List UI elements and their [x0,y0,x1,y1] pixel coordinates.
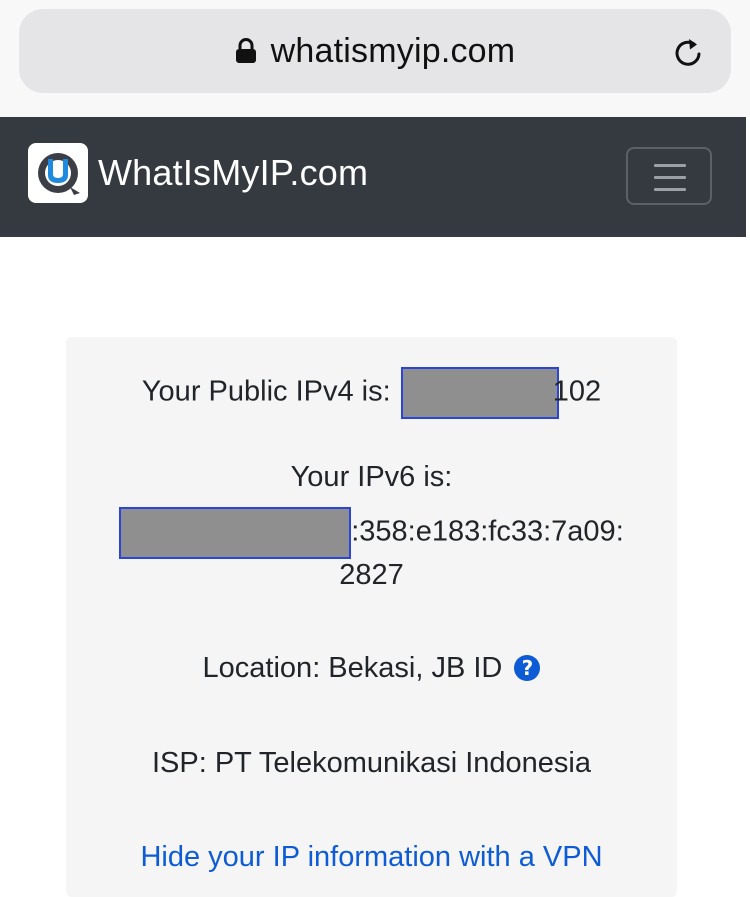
address-bar[interactable]: whatismyip.com [19,9,731,93]
ipv6-value-line: :358:e183:fc33:7a09: [66,507,677,559]
lock-icon [235,38,256,63]
ipv6-suffix: :358:e183:fc33:7a09: [351,515,624,548]
address-bar-content: whatismyip.com [19,9,731,93]
ipv6-value-end: 2827 [339,559,404,591]
reload-icon[interactable] [673,37,705,69]
whatismyip-logo-icon [28,143,88,203]
ipv6-redaction [119,507,352,559]
location-text: Location: Bekasi, JB ID [202,652,503,684]
navbar-toggle-button[interactable] [626,147,712,205]
ipv4-label: Your Public IPv4 is: [141,375,391,408]
ipv4-suffix: 102 [552,375,602,408]
vpn-link[interactable]: Hide your IP information with a VPN [140,841,602,873]
ipv4-redaction [400,367,559,419]
location-line: Location: Bekasi, JB ID ? [66,652,677,685]
ip-info-card: Your Public IPv4 is: 102 Your IPv6 is: :… [66,337,677,897]
ipv4-line: Your Public IPv4 is: 102 [66,367,677,419]
ipv6-label: Your IPv6 is: [290,461,453,493]
site-navbar: WhatIsMyIP.com [0,117,746,237]
vpn-link-line: Hide your IP information with a VPN [66,841,677,874]
url-text: whatismyip.com [270,31,516,70]
brand-link[interactable]: WhatIsMyIP.com [28,143,368,203]
browser-toolbar: whatismyip.com [0,0,750,117]
hamburger-menu-icon [654,164,686,191]
isp-text: ISP: PT Telekomunikasi Indonesia [151,747,591,779]
brand-name: WhatIsMyIP.com [98,152,369,193]
question-circle-icon[interactable]: ? [514,655,541,681]
